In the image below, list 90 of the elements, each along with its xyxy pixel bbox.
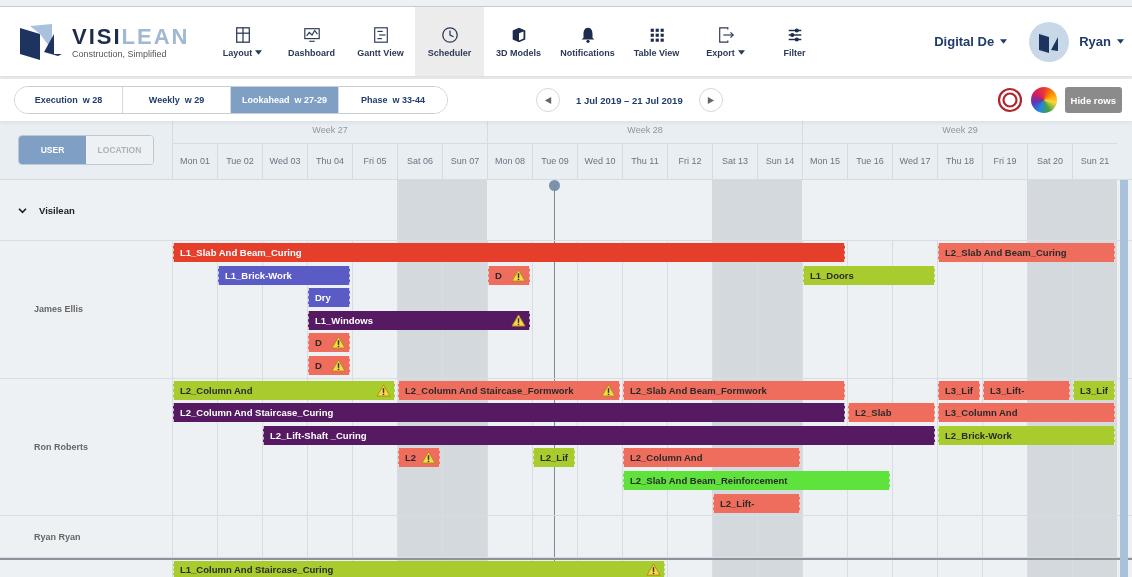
week-header: Week 29 (802, 121, 1117, 143)
day-header: Fri 12 (667, 144, 712, 179)
warning-icon (511, 313, 526, 327)
task-bar[interactable]: L2_Lif (533, 448, 575, 468)
task-bar[interactable]: L3_Column And (938, 403, 1115, 423)
clock-icon (440, 25, 459, 44)
brand-tagline: Construction, Simplified (72, 48, 168, 59)
resource-name: James Ellis (33, 304, 84, 315)
warning-icon (331, 358, 346, 372)
task-bar[interactable]: D (308, 333, 350, 353)
task-bar[interactable]: L2_Slab And Beam_Curing (938, 243, 1115, 262)
task-bar[interactable]: L1_Windows (308, 310, 530, 330)
nav-item[interactable]: Filter (760, 7, 829, 76)
chevron-icon[interactable] (18, 206, 27, 214)
task-bar[interactable]: L2 (398, 448, 440, 468)
task-bar[interactable]: L2_Slab And Beam_Reinforcement (623, 470, 890, 490)
task-bar[interactable]: L1_Brick-Work (218, 265, 350, 285)
resource-name: Ron Roberts (33, 441, 88, 452)
day-header: Tue 16 (847, 144, 892, 179)
logo-icon (18, 21, 64, 62)
previous-button[interactable] (536, 88, 560, 112)
day-header: Fri 19 (982, 144, 1027, 179)
gantt-icon (371, 25, 390, 44)
monitor-icon (302, 25, 321, 44)
task-bar[interactable]: L2_Column And (173, 380, 395, 400)
task-bar[interactable]: L1_Column And Staircase_Curing (173, 561, 665, 577)
nav-item[interactable]: Layout (208, 7, 277, 76)
nav-item[interactable]: Notifications (553, 7, 622, 76)
day-header: Fri 05 (352, 144, 397, 179)
export-icon (716, 25, 735, 44)
group-name: Visilean (39, 204, 75, 216)
day-header: Wed 17 (892, 144, 937, 179)
task-bar[interactable]: L2_Brick-Work (938, 425, 1115, 445)
next-button[interactable] (698, 88, 723, 112)
task-bar[interactable]: L2_Column And Staircase_Formwork (398, 380, 620, 400)
day-header: Wed 10 (577, 144, 622, 179)
task-bar[interactable]: L3_Lift- (983, 380, 1070, 400)
nav-item[interactable]: 3D Models (484, 7, 553, 76)
right-triangle-icon (706, 95, 716, 105)
layout-icon (233, 25, 252, 44)
day-header: Tue 09 (532, 144, 577, 179)
day-header: Sun 07 (442, 144, 487, 179)
day-header: Tue 02 (217, 144, 262, 179)
day-header: Mon 15 (802, 144, 847, 179)
task-bar[interactable]: L3_Lif (938, 380, 980, 400)
color-wheel-icon[interactable] (1030, 87, 1057, 113)
user-dropdown[interactable]: Ryan (1079, 34, 1124, 49)
task-bar[interactable]: L2_Column And Staircase_Curing (173, 403, 845, 423)
task-bar[interactable]: D (488, 265, 530, 285)
day-header: Mon 08 (487, 144, 532, 179)
left-triangle-icon (543, 95, 553, 105)
brand-name: VISI LEAN (72, 24, 190, 49)
day-header: Sun 14 (757, 144, 802, 179)
day-header: Sat 13 (712, 144, 757, 179)
task-bar[interactable]: L2_Slab And Beam_Formwork (623, 380, 845, 400)
day-header: Mon 01 (172, 144, 217, 179)
nav-item[interactable]: Dashboard (277, 7, 346, 76)
day-header: Thu 04 (307, 144, 352, 179)
task-bar[interactable]: D (308, 355, 350, 375)
nav-item[interactable]: Export (691, 7, 760, 76)
date-range: 1 Jul 2019 – 21 Jul 2019 (576, 94, 683, 106)
day-header: Sat 20 (1027, 144, 1072, 179)
project-dropdown[interactable]: Digital De (934, 34, 1008, 49)
nav-item[interactable]: Scheduler (415, 7, 484, 76)
warning-icon (421, 451, 436, 465)
warning-icon (601, 383, 616, 397)
scrollbar[interactable] (1120, 180, 1128, 577)
task-bar[interactable]: L2_Lift-Shaft _Curing (263, 425, 935, 445)
day-header: Sat 06 (397, 144, 442, 179)
warning-icon (646, 563, 661, 577)
ring-icon[interactable] (996, 87, 1023, 113)
task-bar[interactable]: L1_Doors (803, 265, 935, 285)
task-bar[interactable]: Dry (308, 288, 350, 308)
task-bar[interactable]: L2_Slab (848, 403, 935, 423)
day-header: Sun 21 (1072, 144, 1117, 179)
warning-icon (511, 268, 526, 282)
week-header: Week 28 (487, 121, 802, 143)
day-header: Wed 03 (262, 144, 307, 179)
day-header: Thu 18 (937, 144, 982, 179)
nav-item[interactable]: Gantt View (346, 7, 415, 76)
warning-icon (376, 383, 391, 397)
resource-name: Ryan Ryan (33, 531, 81, 542)
week-header: Week 27 (172, 121, 487, 143)
task-bar[interactable]: L2_Column And (623, 448, 800, 468)
task-bar[interactable]: L1_Slab And Beam_Curing (173, 243, 845, 262)
warning-icon (331, 336, 346, 350)
plan-tab[interactable]: Execution w 28 (15, 87, 123, 113)
nav-item[interactable]: Table View (622, 7, 691, 76)
day-header: Thu 11 (622, 144, 667, 179)
avatar-icon[interactable] (1029, 21, 1070, 62)
